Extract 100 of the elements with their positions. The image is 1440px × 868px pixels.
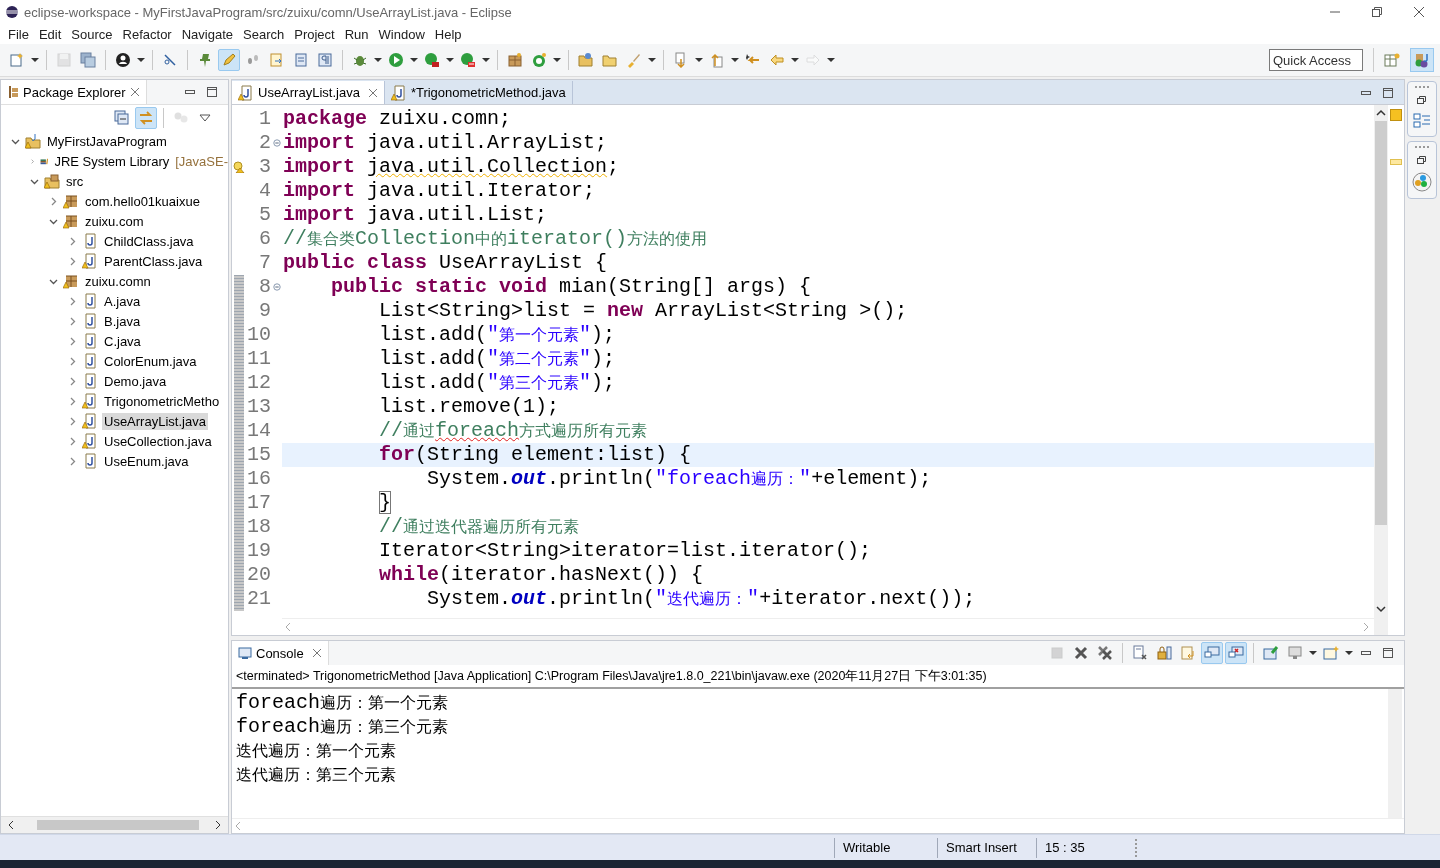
horizontal-scrollbar[interactable] — [1, 816, 228, 833]
tree-item[interactable]: ColorEnum.java — [102, 352, 199, 370]
line-number: 17 — [246, 491, 271, 515]
save-all-button[interactable] — [77, 49, 99, 71]
outline-button[interactable] — [1413, 112, 1431, 130]
tree-item[interactable]: C.java — [102, 332, 143, 350]
maximize-icon — [206, 86, 218, 98]
restore-button[interactable] — [1416, 94, 1428, 106]
minimize-button[interactable] — [184, 87, 196, 97]
java-perspective-button[interactable] — [1410, 48, 1434, 72]
tree-item[interactable]: ParentClass.java — [102, 252, 205, 270]
tree-item[interactable]: TrigonometricMetho — [102, 392, 222, 410]
vertical-scrollbar[interactable] — [1388, 689, 1402, 818]
overview-marker[interactable] — [1390, 159, 1402, 165]
minimize-icon — [184, 87, 196, 97]
line-number: 11 — [246, 347, 271, 371]
collapsed-chevron-icon[interactable] — [68, 416, 77, 426]
maximize-button[interactable] — [206, 86, 218, 98]
maximize-button[interactable] — [1382, 647, 1394, 659]
close-button[interactable] — [367, 87, 378, 98]
menu-item[interactable]: Window — [373, 26, 430, 42]
collapsed-chevron-icon[interactable] — [68, 316, 77, 326]
console-output-line: 迭代遍历：第一个元素 — [236, 740, 397, 762]
view-tab[interactable]: Console — [232, 641, 329, 665]
view-tab[interactable]: Package Explorer — [1, 80, 147, 104]
code-line: public class UseArrayList { — [282, 251, 609, 275]
collapsed-chevron-icon[interactable] — [68, 436, 77, 446]
menu-item[interactable]: Navigate — [176, 26, 238, 42]
menu-item[interactable]: Search — [238, 26, 290, 42]
fold-icon[interactable] — [272, 139, 281, 147]
status-field: 15 : 35 — [1036, 837, 1129, 858]
overview-warning-marker[interactable] — [1390, 109, 1402, 121]
collapsed-chevron-icon[interactable] — [68, 236, 77, 246]
close-button[interactable] — [311, 648, 322, 658]
tree-item[interactable]: com.hello01kuaixue — [83, 192, 202, 210]
quick-access-field[interactable]: Quick Access — [1269, 49, 1363, 71]
pin-window-icon — [1263, 645, 1279, 661]
code-line: list.add("第二个元素"); — [378, 347, 617, 371]
menu-item[interactable]: Run — [339, 26, 374, 42]
collapsed-chevron-icon[interactable] — [68, 336, 77, 346]
editor-tab[interactable]: *TrigonometricMethod.java — [384, 81, 573, 104]
package-explorer-icon — [7, 85, 19, 99]
close-button[interactable] — [1412, 5, 1426, 19]
run-icon — [388, 52, 404, 68]
pen-button[interactable] — [218, 49, 240, 71]
line-number: 19 — [246, 539, 271, 563]
collapsed-chevron-icon[interactable] — [68, 376, 77, 386]
editor-tab[interactable]: UseArrayList.java — [232, 81, 385, 104]
console-output-line: 迭代遍历：第三个元素 — [236, 764, 397, 786]
palette-button[interactable] — [1412, 172, 1432, 192]
status-field: Writable — [834, 837, 937, 858]
menu-item[interactable]: Project — [289, 26, 340, 42]
line-number: 14 — [246, 419, 271, 443]
tree-item[interactable]: JRE System Library — [52, 152, 172, 170]
line-number: 21 — [246, 587, 271, 611]
menu-item[interactable]: File — [3, 26, 34, 42]
monitor-error-button[interactable] — [1225, 642, 1247, 664]
tree-item[interactable]: zuixu.comn — [83, 272, 153, 290]
collapsed-chevron-icon[interactable] — [68, 456, 77, 466]
tree-item[interactable]: ChildClass.java — [102, 232, 196, 250]
process-description: <terminated> TrigonometricMethod [Java Application] C:\Program Files\Java\jre1.8.0_221\bin\javaw.exe (2020年11月27日 下午3:01:35) — [232, 665, 1404, 689]
tree-item[interactable]: zuixu.com — [83, 212, 146, 230]
tree-item[interactable]: B.java — [102, 312, 143, 330]
code-line: //通过foreach方式遍历所有元素 — [378, 419, 649, 443]
stop-icon — [1049, 645, 1065, 661]
save-all-icon — [80, 52, 96, 68]
fold-icon[interactable] — [272, 283, 281, 291]
palette-icon — [1412, 172, 1432, 192]
tree-item[interactable]: UseArrayList.java — [102, 412, 208, 430]
eclipse-logo-icon — [5, 5, 19, 19]
tree-item[interactable]: A.java — [102, 292, 143, 310]
monitor-button[interactable] — [1201, 642, 1223, 664]
line-number: 3 — [258, 155, 271, 179]
tree-item[interactable]: UseCollection.java — [102, 432, 214, 450]
restore-button[interactable] — [1416, 154, 1428, 166]
menu-item[interactable]: Refactor — [117, 26, 177, 42]
collapsed-chevron-icon[interactable] — [68, 356, 77, 366]
collapsed-chevron-icon[interactable] — [68, 396, 77, 406]
minimize-button[interactable] — [1360, 648, 1372, 658]
collapsed-chevron-icon[interactable] — [68, 296, 77, 306]
collapsed-chevron-icon[interactable] — [49, 196, 58, 206]
vertical-scrollbar[interactable] — [1374, 105, 1388, 635]
tree-item[interactable]: MyFirstJavaProgram — [45, 132, 169, 150]
code-line: //集合类Collection中的iterator()方法的使用 — [282, 227, 709, 251]
menu-item[interactable]: Source — [66, 26, 118, 42]
tree-item[interactable]: Demo.java — [102, 372, 169, 390]
collapsed-chevron-icon[interactable] — [68, 256, 77, 266]
open-perspective-icon — [1384, 52, 1400, 68]
restore-button[interactable] — [1370, 5, 1384, 19]
tree-item[interactable]: UseEnum.java — [102, 452, 191, 470]
menu-item[interactable]: Edit — [33, 26, 67, 42]
arrow-up-icon — [709, 52, 725, 68]
tree-item[interactable]: src — [64, 172, 86, 190]
horizontal-scrollbar[interactable] — [232, 818, 1404, 833]
link-arrows-button[interactable] — [135, 107, 157, 129]
maximize-button[interactable] — [1382, 86, 1394, 99]
close-icon — [311, 648, 322, 658]
menu-item[interactable]: Help — [429, 26, 467, 42]
close-button[interactable] — [129, 87, 140, 97]
link-icon — [162, 52, 178, 68]
